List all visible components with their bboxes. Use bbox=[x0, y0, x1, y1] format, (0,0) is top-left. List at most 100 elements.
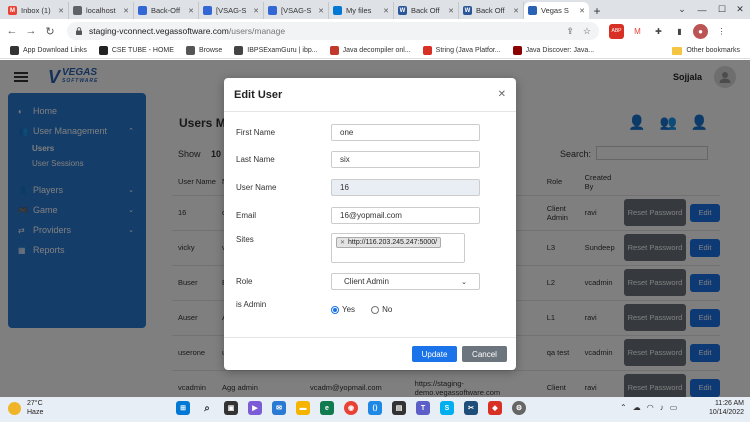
bookmark-item[interactable]: Java Discover: Java... bbox=[512, 46, 595, 55]
back-icon[interactable]: ← bbox=[4, 23, 20, 39]
browser-tab[interactable]: M Inbox (1) ✕ bbox=[4, 2, 69, 19]
tab-close-icon[interactable]: ✕ bbox=[123, 7, 129, 15]
role-select[interactable]: Client Admin ⌄ bbox=[331, 273, 480, 290]
wifi-icon[interactable]: ◠ bbox=[647, 403, 654, 412]
system-tray: ⌃ ☁ ◠ ♪ ▭ bbox=[620, 403, 677, 412]
edit-user-modal: Edit User ✕ First Name one Last Name six… bbox=[224, 78, 516, 370]
minimize-icon[interactable]: — bbox=[692, 0, 712, 19]
vscode-icon[interactable]: ⟨⟩ bbox=[368, 401, 382, 415]
bookmark-item[interactable]: App Download Links bbox=[10, 46, 87, 55]
yes-label: Yes bbox=[342, 305, 356, 314]
browser-tab[interactable]: W Back Off ✕ bbox=[459, 2, 524, 19]
tab-close-icon[interactable]: ✕ bbox=[58, 7, 64, 15]
mail-icon[interactable]: ✉ bbox=[272, 401, 286, 415]
radio-no-dot[interactable] bbox=[371, 305, 380, 314]
search-icon[interactable]: ⌕ bbox=[200, 401, 214, 415]
weather-widget[interactable]: 27°C Haze bbox=[8, 399, 43, 417]
is-admin-radio-group: Yes No bbox=[331, 305, 392, 314]
settings-gear-icon[interactable]: ⚙ bbox=[512, 401, 526, 415]
clock-time: 11:26 AM bbox=[714, 400, 744, 407]
tab-favicon-icon bbox=[73, 6, 82, 15]
tab-close-icon[interactable]: ✕ bbox=[513, 7, 519, 15]
address-bar[interactable]: staging-vconnect.vegassoftware.com/users… bbox=[67, 22, 599, 40]
onedrive-icon[interactable]: ☁ bbox=[633, 403, 641, 412]
tab-close-icon[interactable]: ✕ bbox=[448, 7, 454, 15]
battery-icon[interactable]: ▭ bbox=[670, 403, 678, 412]
sites-multiselect[interactable]: ✕ http://116.203.245.247:5000/ bbox=[331, 233, 465, 263]
tab-search-icon[interactable]: ⌄ bbox=[672, 0, 692, 19]
bookmark-item[interactable]: CSE TUBE - HOME bbox=[98, 46, 174, 55]
clock[interactable]: 11:26 AM 10/14/2022 bbox=[702, 399, 744, 417]
tab-title: Back Off bbox=[411, 6, 440, 15]
other-bookmarks[interactable]: Other bookmarks bbox=[672, 46, 740, 55]
email-field[interactable]: 16@yopmail.com bbox=[331, 207, 480, 224]
close-window-icon[interactable]: ✕ bbox=[730, 0, 750, 19]
last-name-field[interactable]: six bbox=[331, 151, 480, 168]
bookmark-favicon-icon bbox=[234, 46, 244, 55]
bookmarks-bar: App Download Links CSE TUBE - HOME Browse I… bbox=[0, 43, 750, 59]
side-panel-icon[interactable]: ▮ bbox=[672, 24, 687, 39]
is-admin-yes-radio[interactable]: Yes bbox=[331, 305, 355, 314]
share-icon[interactable]: ⇪ bbox=[566, 26, 574, 37]
chip-remove-icon[interactable]: ✕ bbox=[340, 239, 345, 246]
update-button[interactable]: Update bbox=[412, 346, 457, 362]
tab-close-icon[interactable]: ✕ bbox=[318, 7, 324, 15]
bookmark-label: App Download Links bbox=[23, 47, 87, 54]
tray-chevron-up-icon[interactable]: ⌃ bbox=[620, 403, 627, 412]
volume-icon[interactable]: ♪ bbox=[660, 403, 664, 412]
gmail-extension-icon[interactable]: M bbox=[630, 23, 645, 39]
tab-close-icon[interactable]: ✕ bbox=[383, 7, 389, 15]
browser-tab[interactable]: [VSAG-S ✕ bbox=[264, 2, 329, 19]
browser-tab-strip: M Inbox (1) ✕ localhost ✕ Back-Off ✕ [VSAG-S ✕ [V… bbox=[0, 0, 750, 19]
tab-close-icon[interactable]: ✕ bbox=[579, 7, 585, 15]
bookmark-label: Browse bbox=[198, 47, 223, 54]
bookmark-item[interactable]: String (Java Platfor... bbox=[422, 46, 501, 55]
git-icon[interactable]: ◆ bbox=[488, 401, 502, 415]
browser-tab[interactable]: Vegas S ✕ bbox=[524, 2, 589, 19]
close-icon[interactable]: ✕ bbox=[498, 89, 506, 100]
is-admin-no-radio[interactable]: No bbox=[371, 305, 392, 314]
menu-kebab-icon[interactable]: ⋮ bbox=[714, 24, 729, 39]
maximize-icon[interactable]: ☐ bbox=[712, 0, 732, 19]
teams-chat-icon[interactable]: ▶ bbox=[248, 401, 262, 415]
first-name-label: First Name bbox=[236, 128, 276, 137]
radio-yes-dot[interactable] bbox=[331, 305, 339, 314]
extensions-puzzle-icon[interactable]: ✚ bbox=[651, 24, 666, 39]
bookmark-label: Java Discover: Java... bbox=[525, 47, 595, 54]
tab-title: Inbox (1) bbox=[21, 6, 51, 15]
weather-condition: Haze bbox=[27, 409, 44, 416]
first-name-field[interactable]: one bbox=[331, 124, 480, 141]
profile-avatar-icon[interactable]: ● bbox=[693, 23, 708, 39]
file-explorer-icon[interactable]: ▬ bbox=[296, 401, 310, 415]
snipping-tool-icon[interactable]: ✂ bbox=[464, 401, 478, 415]
tab-close-icon[interactable]: ✕ bbox=[188, 7, 194, 15]
adblock-icon[interactable]: ABP bbox=[609, 23, 624, 39]
bookmark-item[interactable]: IBPSExamGuru | ibp... bbox=[234, 46, 318, 55]
tab-favicon-icon bbox=[333, 6, 342, 15]
forward-icon[interactable]: → bbox=[23, 23, 39, 39]
bookmark-item[interactable]: Browse bbox=[185, 46, 223, 55]
bookmark-star-icon[interactable]: ☆ bbox=[583, 26, 591, 37]
terminal-icon[interactable]: ▤ bbox=[392, 401, 406, 415]
tab-title: Back-Off bbox=[151, 6, 181, 15]
browser-tab[interactable]: [VSAG-S ✕ bbox=[199, 2, 264, 19]
browser-tab[interactable]: localhost ✕ bbox=[69, 2, 134, 19]
browser-tab[interactable]: Back-Off ✕ bbox=[134, 2, 199, 19]
chrome-icon[interactable]: ◉ bbox=[344, 401, 358, 415]
new-tab-icon[interactable]: + bbox=[589, 2, 605, 19]
browser-tab[interactable]: W Back Off ✕ bbox=[394, 2, 459, 19]
edge-browser-icon[interactable]: e bbox=[320, 401, 334, 415]
bookmark-label: IBPSExamGuru | ibp... bbox=[247, 47, 318, 54]
tab-favicon-icon bbox=[268, 6, 277, 15]
email-row: Email 16@yopmail.com bbox=[236, 207, 480, 224]
tab-favicon-icon bbox=[203, 6, 212, 15]
windows-start-icon[interactable]: ⊞ bbox=[176, 401, 190, 415]
cancel-button[interactable]: Cancel bbox=[462, 346, 507, 362]
tab-close-icon[interactable]: ✕ bbox=[253, 7, 259, 15]
task-view-icon[interactable]: ▣ bbox=[224, 401, 238, 415]
browser-tab[interactable]: My files ✕ bbox=[329, 2, 394, 19]
skype-icon[interactable]: S bbox=[440, 401, 454, 415]
teams-icon[interactable]: T bbox=[416, 401, 430, 415]
reload-icon[interactable]: ↻ bbox=[42, 23, 58, 39]
bookmark-item[interactable]: Java decompiler onl... bbox=[329, 46, 411, 55]
